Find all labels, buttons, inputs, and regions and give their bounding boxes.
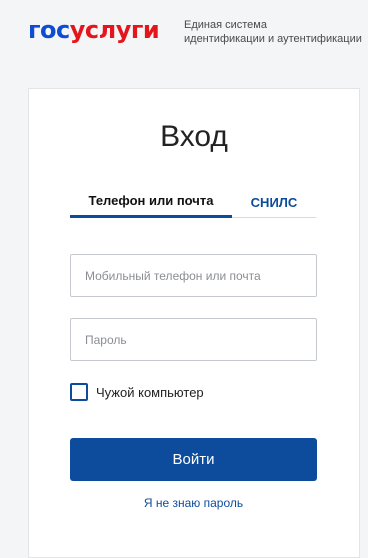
foreign-computer-checkbox[interactable]: [70, 383, 88, 401]
login-tabs: Телефон или почта СНИЛС: [70, 186, 316, 218]
tab-phone-or-email[interactable]: Телефон или почта: [70, 186, 232, 218]
page-title: Вход: [160, 120, 228, 153]
phone-or-email-input[interactable]: [70, 254, 317, 297]
tagline-line-1: Единая система: [184, 19, 267, 31]
tab-snils[interactable]: СНИЛС: [232, 186, 316, 218]
logo-tagline: Единая система идентификации и аутентифи…: [184, 18, 364, 46]
site-header: госуслуги Единая система идентификации и…: [0, 0, 368, 88]
foreign-computer-label: Чужой компьютер: [96, 384, 204, 400]
logo-part-uslugi: услуги: [69, 16, 160, 44]
forgot-password-link[interactable]: Я не знаю пароль: [70, 496, 317, 510]
password-input[interactable]: [70, 318, 317, 361]
foreign-computer-option[interactable]: Чужой компьютер: [70, 382, 204, 402]
tagline-line-2: идентификации и аутентификации: [184, 33, 362, 45]
gosuslugi-logo[interactable]: госуслуги: [28, 16, 160, 44]
login-button[interactable]: Войти: [70, 438, 317, 481]
logo-part-gos: гос: [28, 16, 70, 44]
